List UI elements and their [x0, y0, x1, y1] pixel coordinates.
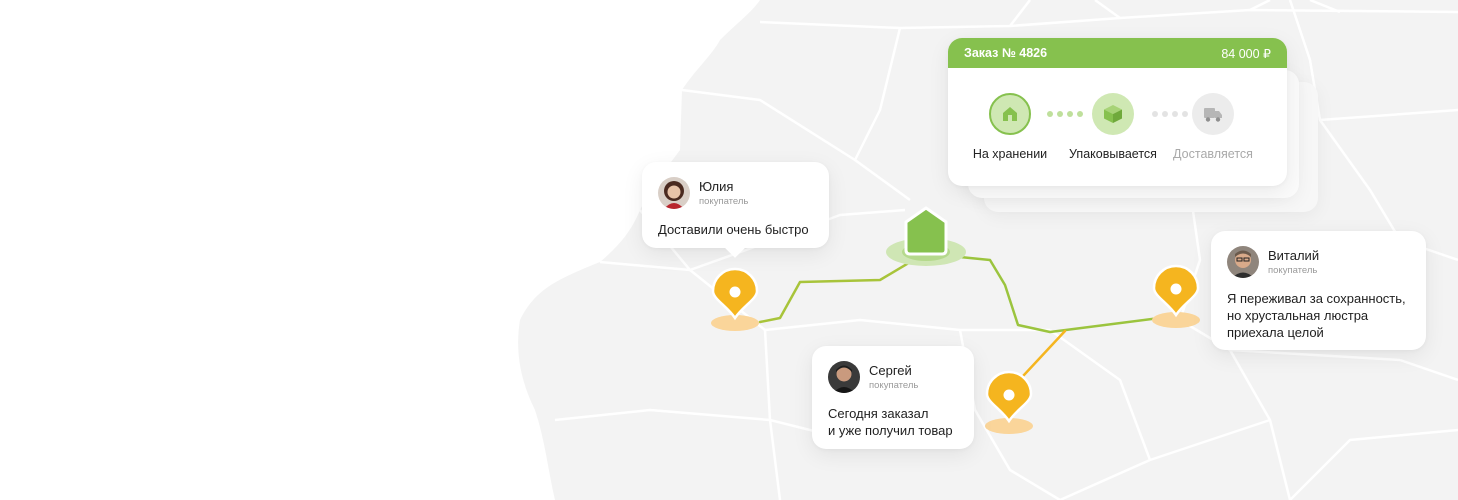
avatar	[828, 361, 860, 393]
order-card[interactable]: Заказ № 4826 84 000 ₽ На хранении Упаков…	[948, 38, 1287, 186]
review-card-sergey: Сергей покупатель Сегодня заказал и уже …	[812, 346, 974, 449]
map-pin-icon-sergey	[985, 370, 1033, 434]
review-text: Доставили очень быстро	[658, 222, 809, 237]
order-amount: 84 000 ₽	[1221, 46, 1271, 61]
step-storage: На хранении	[960, 93, 1060, 161]
reviewer-name: Юлия	[699, 178, 734, 194]
box-icon	[1092, 93, 1134, 135]
order-title: Заказ № 4826	[964, 46, 1048, 60]
review-text: Я переживал за сохранность, но хрустальн…	[1227, 291, 1406, 340]
avatar	[658, 177, 690, 209]
house-icon	[989, 93, 1031, 135]
review-text: Сегодня заказал и уже получил товар	[828, 406, 953, 438]
reviewer-name: Сергей	[869, 362, 912, 378]
reviewer-role: покупатель	[699, 195, 749, 207]
reviewer-role: покупатель	[869, 379, 919, 391]
order-header: Заказ № 4826 84 000 ₽	[948, 38, 1287, 68]
step-label-delivery: Доставляется	[1173, 147, 1253, 161]
review-card-yulia: Юлия покупатель Доставили очень быстро	[642, 162, 829, 258]
step-label-storage: На хранении	[972, 147, 1048, 161]
map-pin-icon-yulia	[711, 267, 759, 331]
avatar	[1227, 246, 1259, 278]
reviewer-name: Виталий	[1268, 247, 1320, 263]
review-card-vitaly: Виталий покупатель Я переживал за сохран…	[1211, 231, 1426, 350]
order-status-steps: На хранении Упаковывается Доставляется	[948, 68, 1287, 186]
reviewer-role: покупатель	[1268, 264, 1318, 276]
step-packing: Упаковывается	[1063, 93, 1163, 161]
step-label-packing: Упаковывается	[1069, 147, 1157, 161]
truck-icon	[1192, 93, 1234, 135]
step-delivery: Доставляется	[1163, 93, 1263, 161]
map-pin-icon-vitaly	[1152, 264, 1200, 328]
